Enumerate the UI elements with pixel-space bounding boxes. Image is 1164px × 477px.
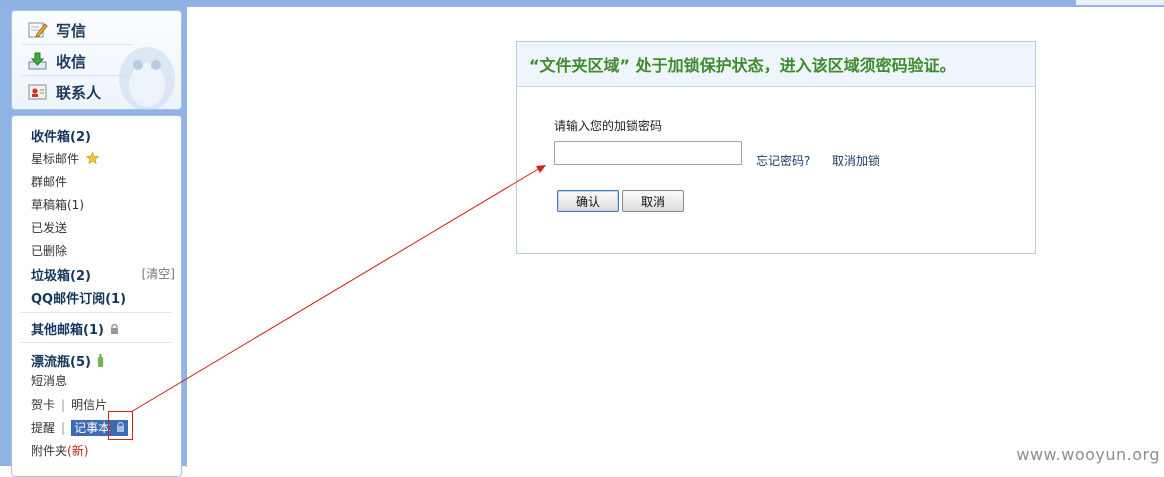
receive-mail-label: 收信 [56,52,87,71]
pipe-separator: | [61,398,66,412]
contacts-label: 联系人 [56,83,102,102]
divider [22,44,132,45]
write-mail-button[interactable]: 写信 [28,17,86,43]
folder-group[interactable]: 群邮件 [31,173,67,190]
folder-panel: 收件箱(2) 星标邮件 群邮件 草稿箱(1) 已发送 已删除 垃圾箱(2) [清… [11,115,182,477]
divider [20,342,172,343]
new-badge: (新) [67,444,89,458]
folder-notebook-label: 记事本 [74,421,111,435]
folder-inbox[interactable]: 收件箱(2) [31,126,91,145]
password-input[interactable] [554,141,742,165]
divider [22,75,132,76]
pipe-separator: | [61,421,66,435]
folder-starred[interactable]: 星标邮件 [31,150,99,167]
folder-drafts[interactable]: 草稿箱(1) [31,196,84,213]
star-icon [85,151,99,164]
lock-icon [111,323,119,334]
spam-clear-link[interactable]: [清空] [142,265,175,282]
forgot-password-link[interactable]: 忘记密码? [756,152,810,169]
pencil-paper-icon [28,22,48,38]
folder-starred-label: 星标邮件 [31,152,80,166]
folder-other-mailbox-label: 其他邮箱(1) [31,323,104,338]
folder-attachments[interactable]: 附件夹(新) [31,442,88,459]
confirm-button[interactable]: 确认 [557,190,619,212]
folder-sent[interactable]: 已发送 [31,219,67,236]
qq-penguin-icon [119,47,175,109]
lock-dialog: “文件夹区域” 处于加锁保护状态，进入该区域须密码验证。 请输入您的加锁密码 忘… [516,41,1036,254]
folder-postcard[interactable]: 明信片 [71,398,107,412]
contact-card-icon [28,84,47,100]
password-prompt: 请输入您的加锁密码 [554,119,663,133]
bottle-icon [98,354,104,367]
folder-drift-bottle-label: 漂流瓶(5) [31,355,91,370]
compose-panel: 写信 收信 联系人 [11,10,182,110]
folder-greeting-card[interactable]: 贺卡 [31,398,55,412]
cancel-lock-link[interactable]: 取消加锁 [832,152,880,169]
cancel-button[interactable]: 取消 [622,190,684,212]
annotation-box [108,411,133,440]
folder-spam[interactable]: 垃圾箱(2) [31,265,91,284]
download-tray-icon [28,52,47,70]
folder-deleted[interactable]: 已删除 [31,242,67,259]
contacts-button[interactable]: 联系人 [28,79,101,105]
receive-mail-button[interactable]: 收信 [28,48,86,74]
dialog-title: “文件夹区域” 处于加锁保护状态，进入该区域须密码验证。 [517,42,1035,87]
folder-short-message[interactable]: 短消息 [31,372,67,389]
folder-cards: 贺卡 | 明信片 [31,396,107,413]
folder-other-mailbox[interactable]: 其他邮箱(1) [31,319,119,338]
write-mail-label: 写信 [56,21,87,40]
folder-qq-subscribe[interactable]: QQ邮件订阅(1) [31,288,126,307]
folder-attachments-label: 附件夹 [31,444,68,458]
divider [20,312,172,313]
folder-reminder[interactable]: 提醒 [31,421,55,435]
folder-drift-bottle[interactable]: 漂流瓶(5) [31,351,104,370]
watermark: www.wooyun.org [1016,445,1160,464]
